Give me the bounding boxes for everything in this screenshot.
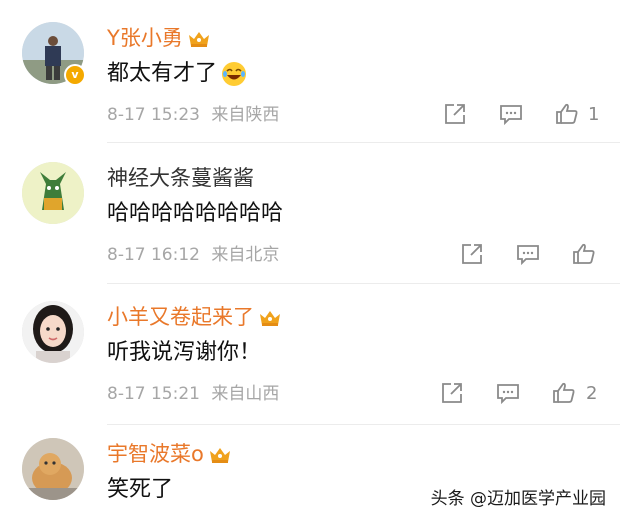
comment-actions: 1	[0, 102, 620, 128]
comment-text: 笑死了	[107, 477, 174, 502]
comment-item: 神经大条蔓酱酱 哈哈哈哈哈哈哈哈 8-17 16:12 来自北京	[0, 142, 620, 282]
comment-icon	[497, 384, 519, 405]
laugh-emoji-icon	[222, 62, 247, 86]
like-button[interactable]	[572, 242, 598, 268]
comment-username[interactable]: Y张小勇	[107, 25, 211, 51]
like-button[interactable]	[555, 102, 581, 128]
comment-text: 哈哈哈哈哈哈哈哈	[107, 201, 284, 226]
watermark: 头条 @迈加医学产业园	[430, 489, 606, 509]
like-count: 1	[588, 104, 600, 125]
share-button[interactable]	[440, 381, 466, 407]
avatar[interactable]	[22, 438, 84, 500]
like-button[interactable]	[552, 381, 578, 407]
crown-icon	[188, 32, 209, 47]
comment-actions	[0, 242, 620, 268]
like-icon	[553, 382, 575, 403]
reply-button[interactable]	[516, 242, 542, 268]
crown-icon	[260, 311, 280, 326]
comment-username[interactable]: 宇智波菜o	[107, 441, 232, 467]
share-icon	[442, 383, 462, 403]
comment-item: 小羊又卷起来了 听我说泻谢你！ 8-17 15:21 来自山西 2	[0, 283, 620, 423]
like-count: 2	[586, 383, 598, 404]
comment-username[interactable]: 神经大条蔓酱酱	[107, 165, 254, 191]
like-icon	[556, 103, 578, 124]
reply-button[interactable]	[499, 102, 525, 128]
share-button[interactable]	[443, 102, 469, 128]
reply-button[interactable]	[496, 381, 522, 407]
avatar[interactable]	[22, 301, 84, 363]
share-button[interactable]	[460, 242, 486, 268]
avatar[interactable]	[22, 162, 84, 224]
comment-username[interactable]: 小羊又卷起来了	[107, 304, 282, 330]
comment-item: v Y张小勇 都太有才了 8-17 15:23 来自陕西 1	[0, 0, 620, 140]
share-icon	[445, 104, 465, 124]
comment-text: 都太有才了	[107, 60, 247, 88]
comment-text: 听我说泻谢你！	[107, 340, 262, 365]
verified-badge-icon: v	[64, 64, 86, 86]
like-icon	[573, 243, 595, 264]
comment-actions: 2	[0, 381, 620, 407]
share-icon	[462, 244, 482, 264]
crown-icon	[209, 448, 230, 463]
comment-icon	[517, 245, 539, 266]
comment-icon	[500, 105, 522, 126]
